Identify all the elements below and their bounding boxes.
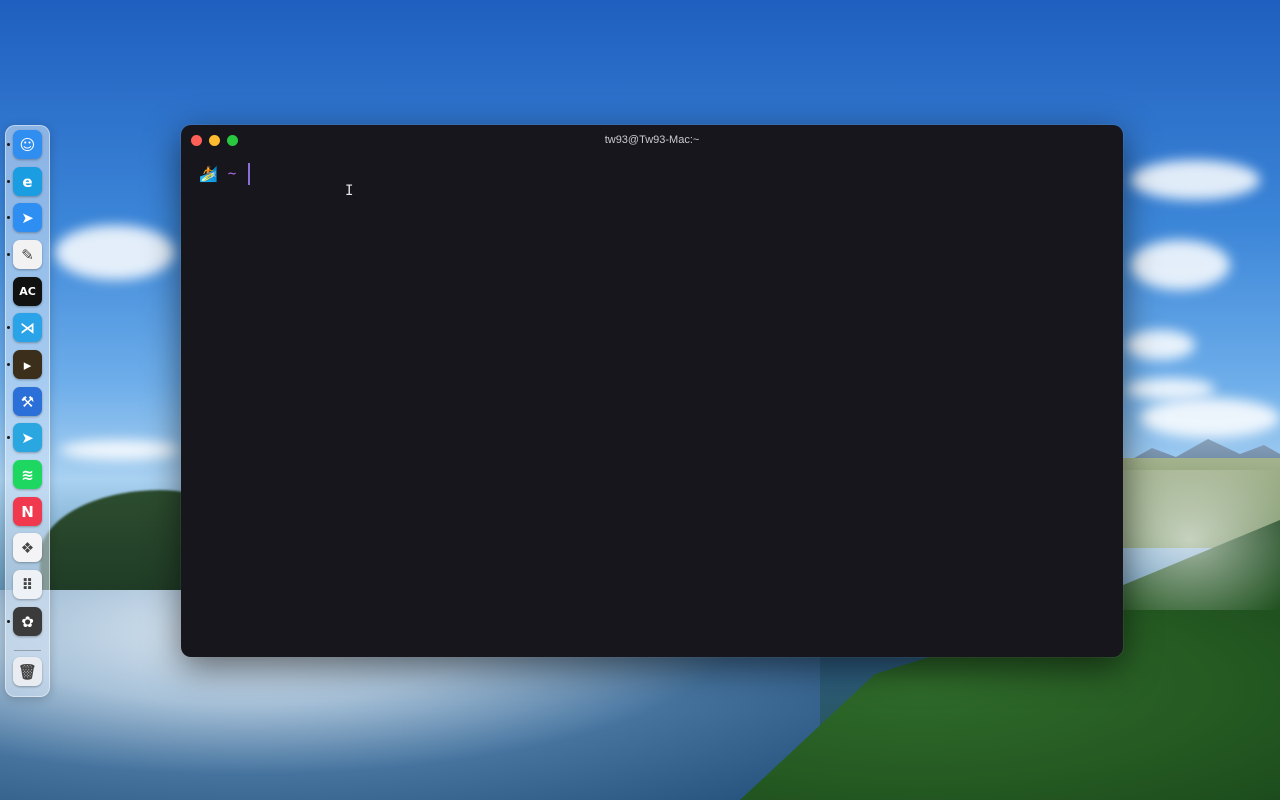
running-indicator xyxy=(7,253,10,256)
dock-item-telegram[interactable]: ➤ xyxy=(13,423,42,452)
running-indicator xyxy=(7,363,10,366)
dock-item-trash[interactable]: 🗑 xyxy=(13,657,42,686)
dock-item-cardinal[interactable]: ✎ xyxy=(13,240,42,269)
prompt-directory: ~ xyxy=(227,166,237,182)
dock-item-xcode[interactable]: ⚒ xyxy=(13,387,42,416)
wallpaper-fog xyxy=(1100,470,1280,610)
running-indicator xyxy=(7,326,10,329)
trash-icon: 🗑 xyxy=(17,662,38,681)
text-cursor xyxy=(248,163,251,185)
zoom-button[interactable] xyxy=(227,135,238,146)
close-button[interactable] xyxy=(191,135,202,146)
edge-icon: e xyxy=(22,172,33,191)
news-icon: N xyxy=(21,502,34,521)
surfer-icon: 🏄 xyxy=(199,165,218,183)
dock-item-terminal[interactable]: ▸ xyxy=(13,350,42,379)
dock-item-finder[interactable]: ☺ xyxy=(13,130,42,159)
spotify-icon: ≋ xyxy=(21,465,34,484)
dock-item-paw[interactable]: ➤ xyxy=(13,203,42,232)
wallpaper-cloud xyxy=(1130,160,1260,200)
running-indicator xyxy=(7,180,10,183)
wallpaper-cloud xyxy=(1125,330,1195,360)
telegram-icon: ➤ xyxy=(21,428,34,447)
dock-item-vscode[interactable]: ⋊ xyxy=(13,313,42,342)
terminal-titlebar[interactable]: tw93@Tw93-Mac:~ xyxy=(181,125,1123,155)
desktop: ☺ e ➤ ✎ AC ⋊ ▸ ⚒ ➤ ≋ N ❖ ⠿ ✿ 🗑 tw93@Tw93-Mac:~ 🏄 ~ I xyxy=(0,0,1280,800)
dock-separator xyxy=(14,650,41,651)
ibeam-pointer-icon: I xyxy=(345,183,354,199)
running-indicator xyxy=(7,436,10,439)
dock-item-pixelmator[interactable]: ✿ xyxy=(13,607,42,636)
window-controls xyxy=(191,135,238,146)
craft-icon: ❖ xyxy=(20,538,35,557)
pixelmator-icon: ✿ xyxy=(21,612,34,631)
dock-item-launchpad[interactable]: ⠿ xyxy=(13,570,42,599)
xcode-icon: ⚒ xyxy=(20,392,35,411)
wallpaper-cloud xyxy=(1125,378,1215,400)
launchpad-icon: ⠿ xyxy=(21,575,34,594)
terminal-window[interactable]: tw93@Tw93-Mac:~ 🏄 ~ I xyxy=(181,125,1123,657)
wallpaper-cloud xyxy=(55,225,175,280)
dock-item-craft[interactable]: ❖ xyxy=(13,533,42,562)
running-indicator xyxy=(7,143,10,146)
minimize-button[interactable] xyxy=(209,135,220,146)
terminal-prompt[interactable]: 🏄 ~ xyxy=(199,163,251,185)
paw-icon: ➤ xyxy=(21,208,34,227)
running-indicator xyxy=(7,216,10,219)
dock-item-ac[interactable]: AC xyxy=(13,277,42,306)
wallpaper-cloud xyxy=(1130,240,1230,290)
ac-icon: AC xyxy=(19,285,36,298)
terminal-icon: ▸ xyxy=(23,355,32,374)
cardinal-icon: ✎ xyxy=(21,245,34,264)
finder-icon: ☺ xyxy=(19,135,36,154)
dock: ☺ e ➤ ✎ AC ⋊ ▸ ⚒ ➤ ≋ N ❖ ⠿ ✿ 🗑 xyxy=(5,125,50,697)
window-title: tw93@Tw93-Mac:~ xyxy=(604,134,700,146)
wallpaper-cloud xyxy=(60,440,180,460)
vscode-icon: ⋊ xyxy=(20,318,35,337)
dock-item-news[interactable]: N xyxy=(13,497,42,526)
dock-item-edge[interactable]: e xyxy=(13,167,42,196)
dock-item-spotify[interactable]: ≋ xyxy=(13,460,42,489)
wallpaper-cloud xyxy=(1140,398,1280,438)
running-indicator xyxy=(7,620,10,623)
